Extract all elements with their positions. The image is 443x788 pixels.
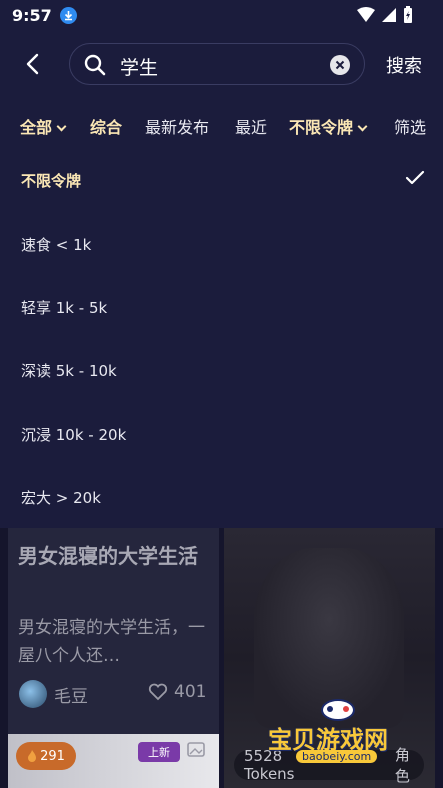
status-time: 9:57 [12, 5, 52, 25]
chevron-down-icon [56, 121, 67, 132]
wifi-icon [357, 7, 375, 27]
like-button[interactable]: 401 [148, 682, 206, 702]
scroll-fade [262, 108, 286, 140]
filter-all-label: 全部 [20, 118, 53, 137]
download-icon [59, 6, 77, 24]
filter-bar: 全部 综合 最新发布 最近 不限令牌 筛选 [0, 104, 443, 144]
image-icon [186, 740, 208, 764]
dropdown-option[interactable]: 宏大 > 20k [21, 487, 101, 508]
card-title: 男女混寝的大学生活 [18, 544, 198, 568]
status-bar: 9:57 [0, 0, 443, 30]
search-input[interactable]: 学生 [69, 43, 365, 85]
search-icon [84, 54, 106, 80]
filter-token[interactable]: 不限令牌 [289, 114, 368, 138]
signal-icon [381, 7, 397, 27]
flame-icon [28, 750, 37, 762]
heart-icon [148, 683, 168, 701]
check-icon [405, 170, 425, 190]
token-dropdown: 不限令牌 速食 < 1k 轻享 1k - 5k 深读 5k - 10k 沉浸 1… [0, 148, 443, 528]
tab-latest[interactable]: 最新发布 [145, 114, 209, 138]
search-query-text[interactable]: 学生 [120, 53, 158, 80]
dropdown-option[interactable]: 速食 < 1k [21, 234, 91, 255]
avatar [19, 680, 47, 708]
hot-badge: 291 [16, 742, 76, 770]
watermark-logo: 宝贝游戏网 baobeiy.com [268, 694, 414, 768]
filter-screen-button[interactable]: 筛选 [394, 114, 426, 138]
back-button[interactable] [20, 52, 48, 76]
watermark-url: baobeiy.com [296, 750, 378, 763]
card-author: 毛豆 [54, 687, 88, 707]
dropdown-option[interactable]: 轻享 1k - 5k [21, 297, 107, 318]
dropdown-option[interactable]: 不限令牌 [21, 170, 81, 191]
search-button[interactable]: 搜索 [386, 52, 422, 78]
chevron-down-icon [357, 121, 368, 132]
dropdown-option[interactable]: 沉浸 10k - 20k [21, 424, 126, 445]
hot-count: 291 [40, 748, 65, 764]
result-card[interactable]: 男女混寝的大学生活 男女混寝的大学生活，一屋八个人还… 毛豆 401 [8, 528, 219, 734]
clear-icon[interactable] [330, 55, 350, 75]
filter-all[interactable]: 全部 [20, 114, 67, 138]
dropdown-option[interactable]: 深读 5k - 10k [21, 360, 117, 381]
filter-token-label: 不限令牌 [289, 118, 354, 137]
battery-icon [403, 6, 413, 28]
search-bar-row: 学生 搜索 [0, 40, 443, 88]
like-count: 401 [174, 682, 207, 702]
tab-comprehensive[interactable]: 综合 [90, 114, 122, 138]
card-description: 男女混寝的大学生活，一屋八个人还… [18, 618, 205, 666]
new-badge: 上新 [138, 742, 180, 762]
